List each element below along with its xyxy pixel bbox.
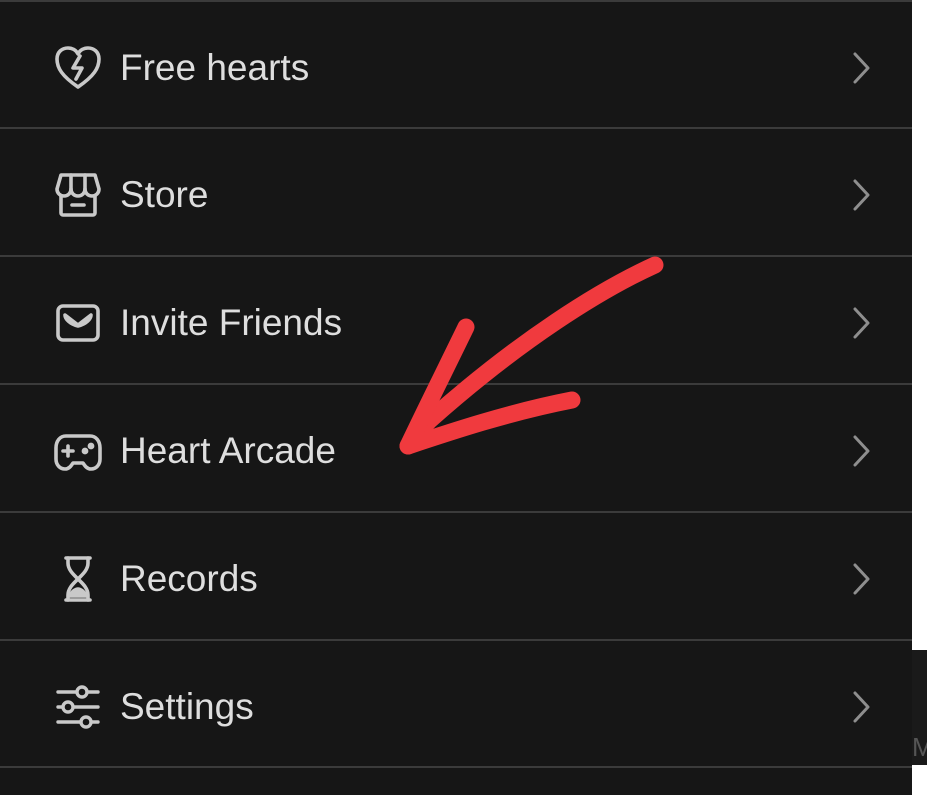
menu-item-free-hearts[interactable]: Free hearts xyxy=(0,2,912,128)
envelope-icon xyxy=(52,297,104,349)
menu-item-label: Settings xyxy=(120,686,254,727)
chevron-right-icon xyxy=(846,689,876,725)
menu-item-label: Records xyxy=(120,558,258,599)
chevron-right-icon xyxy=(846,561,876,597)
chevron-right-icon xyxy=(846,177,876,213)
side-panel-clipped-text: M xyxy=(912,732,927,762)
menu-item-records[interactable]: Records xyxy=(0,513,912,639)
heart-bolt-icon xyxy=(52,42,104,94)
menu-item-label: Free hearts xyxy=(120,47,310,88)
menu-item-store[interactable]: Store xyxy=(0,129,912,255)
hourglass-icon xyxy=(52,553,104,605)
menu-item-label: Invite Friends xyxy=(120,302,343,343)
chevron-right-icon xyxy=(846,433,876,469)
menu-item-label: Store xyxy=(120,174,209,215)
settings-menu: Free hearts Store Invite Friends Heart A… xyxy=(0,0,912,795)
menu-item-settings[interactable]: Settings xyxy=(0,641,912,767)
screen: Free hearts Store Invite Friends Heart A… xyxy=(0,0,927,795)
menu-item-label: Heart Arcade xyxy=(120,430,336,471)
menu-item-heart-arcade[interactable]: Heart Arcade xyxy=(0,385,912,511)
menu-item-invite-friends[interactable]: Invite Friends xyxy=(0,257,912,383)
divider xyxy=(0,766,912,768)
chevron-right-icon xyxy=(846,305,876,341)
store-icon xyxy=(52,169,104,221)
gamepad-icon xyxy=(52,425,104,477)
sliders-icon xyxy=(52,681,104,733)
chevron-right-icon xyxy=(846,50,876,86)
